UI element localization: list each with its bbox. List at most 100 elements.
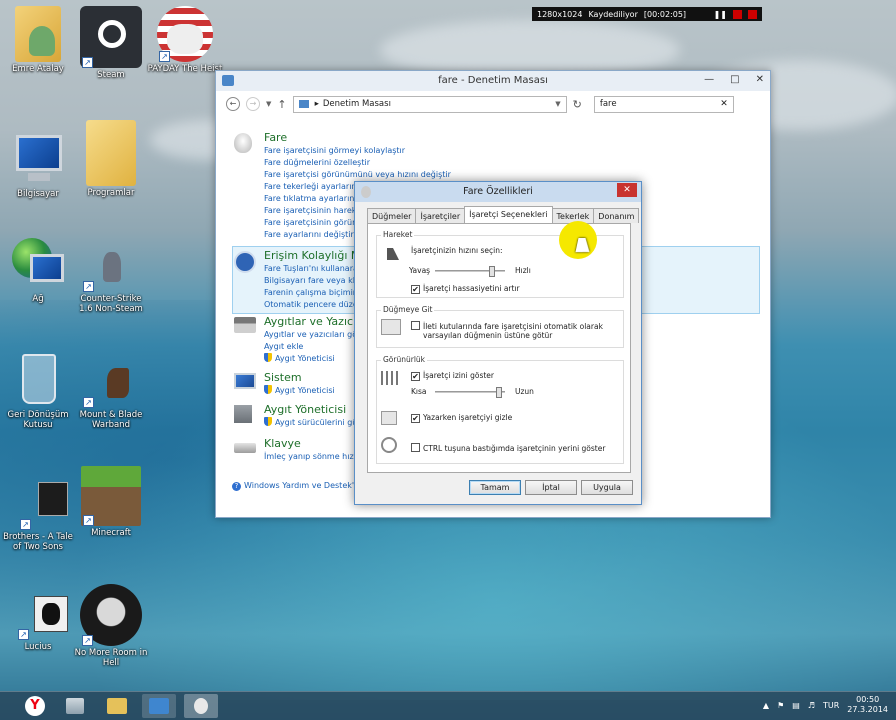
breadcrumb-arrow-icon: ▸ xyxy=(314,99,319,109)
folder-icon xyxy=(86,120,136,186)
recording-status: Kaydediliyor xyxy=(588,9,638,19)
speed-slider[interactable] xyxy=(435,266,505,277)
snap-option[interactable]: İleti kutularında fare işaretçisini otom… xyxy=(411,321,603,331)
clock[interactable]: 00:50 27.3.2014 xyxy=(847,695,888,715)
up-arrow-icon[interactable]: ↑ xyxy=(277,98,286,111)
pause-icon[interactable]: ❚❚ xyxy=(714,10,727,19)
forward-arrow-icon[interactable]: → xyxy=(246,97,260,111)
shortcut-arrow-icon: ↗ xyxy=(18,629,29,640)
desktop-icon-lucius[interactable]: ↗ Lucius xyxy=(0,592,76,652)
mouse-properties-taskbar-icon[interactable] xyxy=(184,694,218,718)
yandex-browser-icon[interactable]: Y xyxy=(18,694,52,718)
address-input[interactable]: ▸ Denetim Masası ▼ xyxy=(292,95,567,113)
computer-icon xyxy=(10,131,66,187)
recording-time: [00:02:05] xyxy=(643,9,687,19)
window-titlebar[interactable]: fare - Denetim Masası — □ ✕ xyxy=(216,71,770,91)
close-record-icon[interactable] xyxy=(748,9,757,19)
precision-checkbox[interactable]: ✔ xyxy=(411,285,420,294)
fast-label: Hızlı xyxy=(515,266,531,275)
hide-option[interactable]: ✔ Yazarken işaretçiyi gizle xyxy=(411,413,512,423)
mouse-icon xyxy=(234,133,252,153)
stop-record-icon[interactable] xyxy=(733,9,742,19)
help-link[interactable]: ? Windows Yardım ve Destek'te xyxy=(232,481,362,491)
desktop-icon-minecraft[interactable]: ↗ Minecraft xyxy=(73,466,149,538)
control-panel-taskbar-icon[interactable] xyxy=(142,694,176,718)
desktop-icon-label: No More Room in Hell xyxy=(74,648,148,668)
dialog-titlebar[interactable]: Fare Özellikleri ✕ xyxy=(355,182,641,202)
keyboard-icon xyxy=(234,443,256,453)
trails-checkbox[interactable]: ✔ xyxy=(411,372,420,381)
hide-checkbox[interactable]: ✔ xyxy=(411,414,420,423)
user-folder-icon xyxy=(15,6,61,62)
ctrl-checkbox[interactable] xyxy=(411,443,420,452)
address-dropdown-icon[interactable]: ▼ xyxy=(555,100,560,108)
desktop-icon-label: Mount & Blade Warband xyxy=(79,410,143,430)
desktop-icon-mountblade[interactable]: ↗ Mount & Blade Warband xyxy=(73,364,149,430)
back-arrow-icon[interactable]: ← xyxy=(226,97,240,111)
snap-checkbox[interactable] xyxy=(411,321,420,330)
trails-label: İşaretçi izini göster xyxy=(423,371,495,380)
short-label: Kısa xyxy=(411,387,427,396)
hide-pointer-icon xyxy=(381,411,397,425)
tab-buttons[interactable]: Düğmeler xyxy=(367,208,417,223)
result-link-text: Aygıt Yöneticisi xyxy=(275,354,335,363)
language-indicator[interactable]: TUR xyxy=(823,701,839,710)
desktop-icon-payday[interactable]: ↗ PAYDAY The Heist xyxy=(147,6,223,74)
recent-dropdown-icon[interactable]: ▼ xyxy=(266,100,271,108)
minimize-icon[interactable]: — xyxy=(704,74,714,86)
desktop-icon-label: Programlar xyxy=(87,188,135,198)
ok-button[interactable]: Tamam xyxy=(469,480,521,495)
refresh-icon[interactable]: ↻ xyxy=(573,98,582,111)
tray-expand-icon[interactable]: ▲ xyxy=(763,701,769,710)
recycle-bin-icon xyxy=(10,352,66,408)
close-icon[interactable]: ✕ xyxy=(756,74,764,86)
search-value: fare xyxy=(599,99,617,109)
cancel-button[interactable]: İptal xyxy=(525,480,577,495)
uac-shield-icon xyxy=(264,417,272,426)
trail-length-slider[interactable] xyxy=(435,387,505,398)
slider-thumb[interactable] xyxy=(489,266,496,277)
slow-label: Yavaş xyxy=(409,266,431,275)
recording-toolbar[interactable]: 1280x1024 Kaydediliyor [00:02:05] ❚❚ xyxy=(532,7,762,21)
flag-icon[interactable]: ⚑ xyxy=(777,701,784,710)
apply-button[interactable]: Uygula xyxy=(581,480,633,495)
desktop-icon-programs[interactable]: Programlar xyxy=(73,120,149,198)
shortcut-arrow-icon: ↗ xyxy=(159,51,170,62)
shortcut-arrow-icon: ↗ xyxy=(83,281,94,292)
desktop-icon-steam[interactable]: ↗ Steam xyxy=(73,6,149,80)
network-icon[interactable]: ▤ xyxy=(792,701,800,710)
tab-pointers[interactable]: İşaretçiler xyxy=(415,208,466,223)
steam-icon: ↗ xyxy=(80,6,142,68)
tab-hardware[interactable]: Donanım xyxy=(593,208,640,223)
app-icon[interactable] xyxy=(58,694,92,718)
result-link[interactable]: Fare düğmelerini özelleştir xyxy=(264,157,770,169)
desktop-icon-label: Steam xyxy=(97,70,125,80)
precision-option[interactable]: ✔ İşaretçi hassasiyetini artır xyxy=(411,284,520,294)
mouse-properties-dialog[interactable]: Fare Özellikleri ✕ Düğmeler İşaretçiler … xyxy=(354,181,642,505)
counter-strike-icon: ↗ xyxy=(83,248,131,292)
hide-label: Yazarken işaretçiyi gizle xyxy=(423,413,513,422)
file-explorer-icon[interactable] xyxy=(100,694,134,718)
trails-option[interactable]: ✔ İşaretçi izini göster xyxy=(411,371,494,381)
tab-pointer-options[interactable]: İşaretçi Seçenekleri xyxy=(464,206,553,223)
desktop-icon-nomoreroom[interactable]: ↗ No More Room in Hell xyxy=(73,584,149,668)
clear-search-icon[interactable]: ✕ xyxy=(720,99,728,109)
slider-thumb[interactable] xyxy=(495,387,502,398)
desktop-icon-computer[interactable]: Bilgisayar xyxy=(0,131,76,199)
close-icon[interactable]: ✕ xyxy=(617,183,637,197)
result-link[interactable]: Fare işaretçisi görünümünü veya hızını d… xyxy=(264,169,770,181)
desktop-icon-recyclebin[interactable]: Geri Dönüşüm Kutusu xyxy=(0,352,76,430)
category-title[interactable]: Fare xyxy=(264,131,770,145)
group-title: Hareket xyxy=(381,230,415,239)
ctrl-option[interactable]: CTRL tuşuna bastığımda işaretçinin yerin… xyxy=(411,443,605,453)
result-link[interactable]: Fare işaretçisini görmeyi kolaylaştır xyxy=(264,145,770,157)
desktop-icon-counterstrike[interactable]: ↗ Counter-Strike 1.6 Non-Steam xyxy=(73,248,149,314)
volume-icon[interactable]: ♬ xyxy=(808,701,815,710)
search-input[interactable]: fare ✕ xyxy=(593,95,734,113)
breadcrumb[interactable]: Denetim Masası xyxy=(323,99,391,109)
shortcut-arrow-icon: ↗ xyxy=(20,519,31,530)
maximize-icon[interactable]: □ xyxy=(730,74,739,86)
desktop-icon-emre[interactable]: Emre Atalay xyxy=(0,6,76,74)
desktop-icon-network[interactable]: Ağ xyxy=(0,236,76,304)
desktop-icon-brothers[interactable]: ↗ Brothers - A Tale of Two Sons xyxy=(0,478,76,552)
